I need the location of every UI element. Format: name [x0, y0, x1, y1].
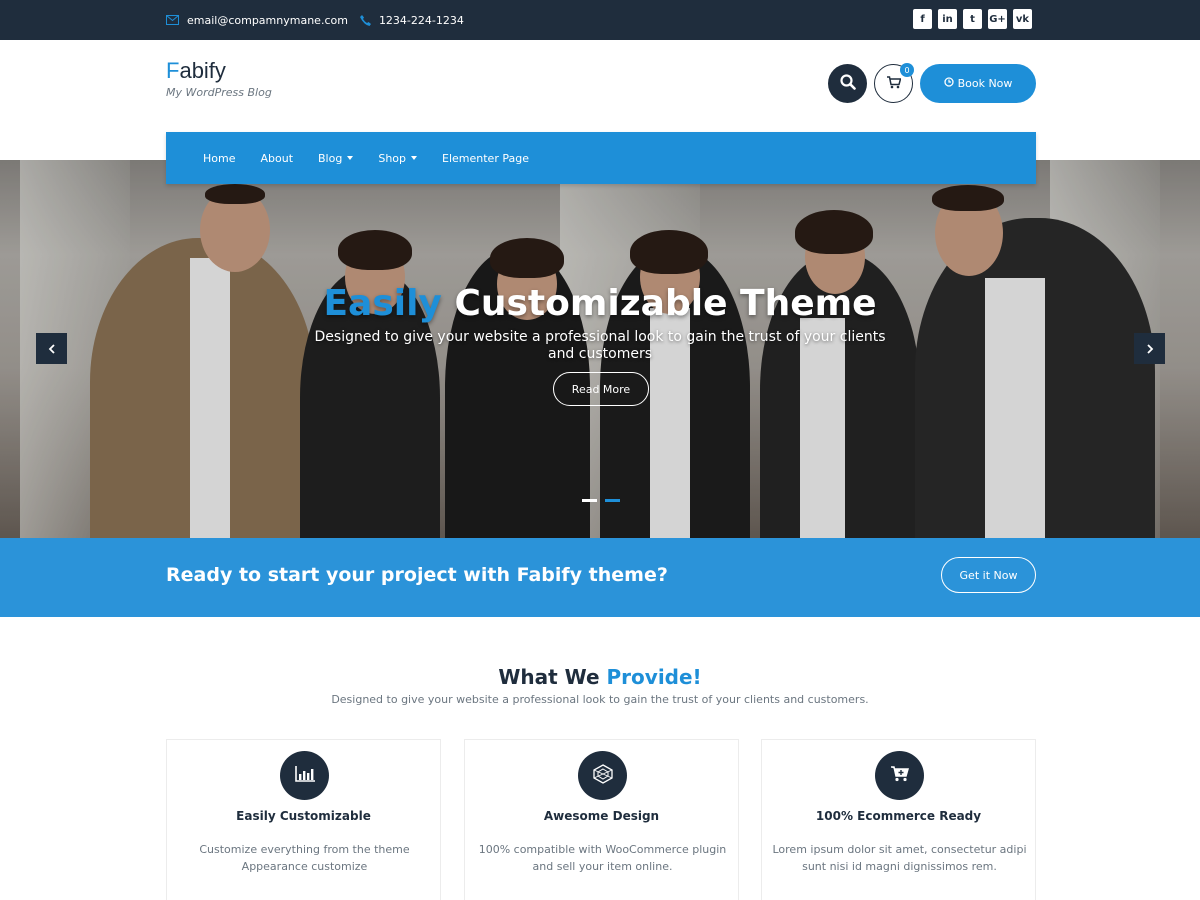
site-tagline: My WordPress Blog [166, 86, 272, 99]
phone-icon [359, 14, 371, 26]
vk-icon[interactable]: vk [1013, 9, 1032, 29]
hero-title-highlight: Easily [323, 283, 442, 324]
slider-dot-active[interactable] [605, 499, 620, 502]
feature-icon-wrap [875, 751, 924, 800]
facebook-icon[interactable]: f [913, 9, 932, 29]
site-logo[interactable]: Fabify [166, 58, 226, 84]
nav-item-shop[interactable]: Shop [378, 151, 418, 165]
nav-item-label: Elementer Page [442, 151, 529, 165]
cart-plus-icon [890, 765, 909, 786]
social-links: f in t G+ vk [913, 9, 1032, 29]
caret-down-icon [347, 156, 354, 160]
get-it-now-button[interactable]: Get it Now [941, 557, 1036, 593]
feature-title: Awesome Design [543, 809, 660, 823]
read-more-button[interactable]: Read More [553, 372, 649, 406]
slider-prev-button[interactable] [36, 333, 67, 364]
feature-description: Customize everything from the theme Appe… [199, 843, 410, 873]
book-now-label: Book Now [957, 77, 1013, 90]
logo-initial: F [166, 58, 180, 83]
hero-title-rest: Customizable Theme [441, 283, 877, 324]
hero-slider: Easily Customizable Theme Designed to gi… [0, 160, 1200, 538]
top-bar: email@compamnymane.com 1234-224-1234 f i… [0, 0, 1200, 40]
feature-card: Easily Customizable Customize everything… [166, 739, 441, 900]
chevron-right-icon [1146, 339, 1154, 358]
twitter-icon[interactable]: t [963, 9, 982, 29]
slider-next-button[interactable] [1134, 333, 1165, 364]
feature-card: Awesome Design 100% compatible with WooC… [464, 739, 739, 900]
nav-item-home[interactable]: Home [203, 152, 235, 165]
search-icon [839, 73, 856, 94]
clock-icon [943, 77, 954, 90]
cta-text: Ready to start your project with Fabify … [166, 564, 668, 586]
logo-rest: abify [179, 58, 226, 83]
feature-description: 100% compatible with WooCommerce plugin … [478, 843, 727, 873]
slider-dot[interactable] [582, 499, 597, 502]
section-title: What We Provide! [0, 665, 1200, 689]
email-text: email@compamnymane.com [187, 13, 348, 27]
cta-band: Ready to start your project with Fabify … [0, 538, 1200, 617]
section-title-main: What We [498, 665, 607, 689]
phone-link[interactable]: 1234-224-1234 [359, 13, 464, 27]
feature-icon-wrap [280, 751, 329, 800]
nav-item-label: Blog [318, 151, 343, 165]
nav-item-blog[interactable]: Blog [318, 151, 354, 165]
google-plus-icon[interactable]: G+ [988, 9, 1007, 29]
nav-item-label: Shop [378, 151, 407, 165]
contact-info: email@compamnymane.com 1234-224-1234 [166, 0, 464, 40]
chevron-left-icon [48, 339, 56, 358]
book-now-button[interactable]: Book Now [920, 64, 1036, 103]
feature-title: 100% Ecommerce Ready [815, 809, 982, 823]
feature-description: Lorem ipsum dolor sit amet, consectetur … [772, 843, 1027, 873]
feature-card: 100% Ecommerce Ready Lorem ipsum dolor s… [761, 739, 1036, 900]
section-subtitle: Designed to give your website a professi… [331, 693, 869, 706]
email-link[interactable]: email@compamnymane.com [166, 14, 348, 27]
slider-pagination [582, 499, 620, 502]
hero-title: Easily Customizable Theme [0, 283, 1200, 324]
design-pattern-icon [592, 763, 614, 788]
hero-subtitle: Designed to give your website a professi… [314, 329, 886, 362]
linkedin-icon[interactable]: in [938, 9, 957, 29]
main-navigation: Home About Blog Shop Elementer Page [166, 132, 1036, 184]
envelope-icon [166, 15, 179, 25]
nav-item-label: About [260, 151, 294, 165]
feature-title: Easily Customizable [236, 809, 371, 823]
nav-item-elementer-page[interactable]: Elementer Page [442, 152, 529, 165]
section-title-highlight: Provide! [606, 665, 702, 689]
caret-down-icon [411, 156, 418, 160]
cart-icon [886, 74, 901, 93]
search-button[interactable] [828, 64, 867, 103]
nav-item-about[interactable]: About [260, 152, 293, 165]
phone-text: 1234-224-1234 [378, 13, 464, 27]
nav-item-label: Home [203, 151, 236, 165]
bar-chart-icon [294, 765, 315, 786]
cart-count-badge: 0 [900, 63, 914, 77]
feature-icon-wrap [578, 751, 627, 800]
